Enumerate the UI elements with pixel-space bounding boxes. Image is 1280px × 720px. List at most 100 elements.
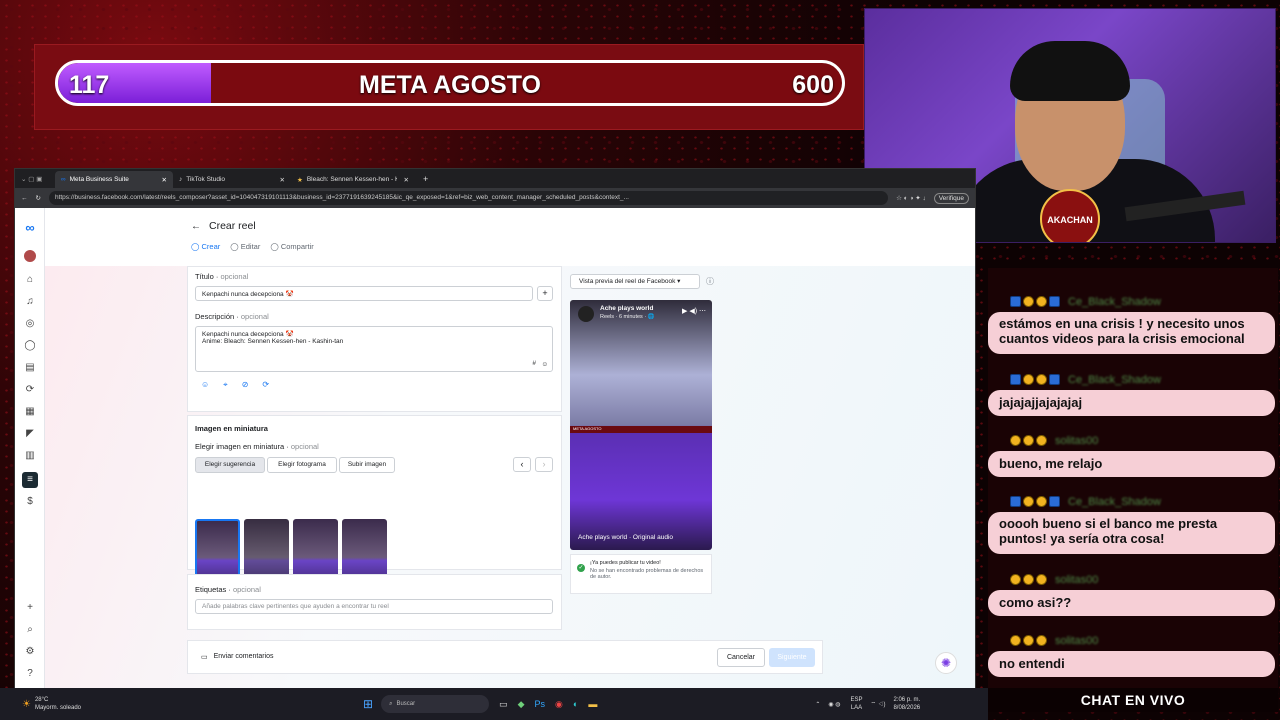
search-icon[interactable]: ⌕: [24, 624, 36, 636]
edge-icon[interactable]: ◐: [573, 699, 578, 710]
language-indicator[interactable]: ESP LAA: [850, 696, 862, 712]
add-icon[interactable]: +: [24, 602, 36, 614]
step-indicator: ◯ Crear ◯ Editar ◯ Compartir: [191, 242, 314, 251]
preview-controls-icon[interactable]: ▶ ◀) ⋯: [682, 307, 706, 315]
weather-temp: 28°C: [34, 697, 49, 703]
chat-message: jajajajjajajajaj: [988, 390, 1275, 416]
description-tools: ☺ ⌖ ⊘ ⟳: [201, 380, 269, 390]
descripcion-label: Descripción · opcional: [195, 312, 269, 321]
address-bar: ← ↻ https://business.facebook.com/latest…: [15, 188, 975, 208]
link-icon[interactable]: ⊘: [242, 380, 249, 390]
network-icon[interactable]: ⌔ ◁): [871, 700, 886, 708]
url-field[interactable]: https://business.facebook.com/latest/ree…: [48, 191, 889, 205]
media-icon[interactable]: ◉: [555, 699, 563, 710]
close-icon[interactable]: ✕: [280, 176, 285, 184]
chat-message: estámos en una crisis ! y necesito unos …: [988, 312, 1275, 354]
chat-username: solitas00: [1010, 633, 1098, 648]
insights-icon[interactable]: ▥: [24, 450, 36, 462]
help-icon[interactable]: ?: [24, 668, 36, 680]
chat-username: Ce_Black_Shadow: [1010, 294, 1161, 309]
grid-icon[interactable]: ▦: [24, 406, 36, 418]
step-compartir[interactable]: ◯ Compartir: [270, 242, 313, 251]
tags-input[interactable]: Añade palabras clave pertinentes que ayu…: [195, 599, 553, 614]
preview-audio: Ache plays world · Original audio: [578, 534, 674, 541]
tray-chevron-icon[interactable]: ⌃: [815, 701, 820, 708]
taskview-icon[interactable]: ▭: [499, 699, 508, 710]
chat-username: Ce_Black_Shadow: [1010, 372, 1161, 387]
location-icon[interactable]: ⌖: [223, 380, 228, 390]
emoji-icon[interactable]: ☺: [541, 361, 548, 368]
hashtag-icon[interactable]: #: [532, 360, 536, 367]
cancel-button[interactable]: Cancelar: [717, 648, 765, 667]
weather-icon[interactable]: ☀: [22, 699, 31, 710]
reel-preview[interactable]: Ache plays world Reels · 6 minutes · 🌐 ▶…: [570, 300, 712, 550]
chat-message: no entendi: [988, 651, 1275, 677]
money-icon[interactable]: $: [24, 496, 36, 508]
planner-icon[interactable]: ⟳: [24, 384, 36, 396]
search-icon: ⌕: [389, 700, 393, 707]
back-icon[interactable]: ←: [21, 195, 28, 202]
weather-widget[interactable]: 28°C Mayorm. soleado: [35, 696, 81, 712]
channel-logo: AKACHAN: [1040, 189, 1100, 242]
tray-icons[interactable]: ◉ ◍: [828, 701, 840, 708]
smile-icon[interactable]: ☺: [201, 380, 209, 390]
close-icon[interactable]: ✕: [404, 176, 409, 184]
chat-username: Ce_Black_Shadow: [1010, 494, 1161, 509]
tab-meta-business[interactable]: ∞ Meta Business Suite ✕: [55, 171, 173, 188]
close-icon[interactable]: ✕: [162, 176, 167, 184]
back-arrow-icon[interactable]: ←: [191, 221, 201, 232]
weather-desc: Mayorm. soleado: [34, 705, 81, 711]
tab-actions-icon[interactable]: ⌄ ▢ ▣: [15, 175, 55, 183]
home-icon[interactable]: ⌂: [24, 274, 36, 286]
photoshop-icon[interactable]: Ps: [535, 699, 546, 710]
tab-bleach[interactable]: ★ Bleach: Sennen Kessen-hen - Kashi ✕: [291, 171, 415, 188]
goal-title: META AGOSTO: [359, 71, 541, 99]
tab-subir-imagen[interactable]: Subir imagen: [339, 457, 395, 473]
bell-icon[interactable]: ♫: [24, 296, 36, 308]
next-button[interactable]: Siguiente: [769, 648, 815, 667]
descripcion-input[interactable]: Kenpachi nunca decepciona 🤡 Anime: Bleac…: [195, 326, 553, 372]
tab-tiktok[interactable]: ♪ TikTok Studio ✕: [173, 171, 291, 188]
step-crear[interactable]: ◯ Crear: [191, 242, 220, 251]
feedback-link[interactable]: ▭ Enviar comentarios: [201, 653, 274, 661]
goal-progress-bar: 117 META AGOSTO 600: [55, 60, 845, 106]
tab-elegir-fotograma[interactable]: Elegir fotograma: [267, 457, 337, 473]
content-icon[interactable]: ▤: [24, 362, 36, 374]
clock[interactable]: 2:06 p. m. 8/08/2026: [893, 696, 920, 712]
menu-icon[interactable]: ≡: [22, 472, 38, 488]
meta-logo-icon[interactable]: ∞: [24, 221, 36, 234]
taskbar-search[interactable]: ⌕ Buscar: [381, 695, 490, 713]
thumb-choose-label: Elegir imagen en miniatura · opcional: [195, 442, 319, 451]
preview-overlay: META AGOSTO: [570, 426, 712, 433]
extensions-icon[interactable]: ☆ ◐ ◑ ✦ ↓: [896, 194, 926, 202]
app-icon[interactable]: ◆: [518, 699, 525, 710]
folder-icon[interactable]: ▬: [588, 699, 597, 710]
new-tab-icon[interactable]: +: [415, 174, 428, 184]
titulo-input[interactable]: Kenpachi nunca decepciona 🤡: [195, 286, 533, 301]
tab-label: TikTok Studio: [186, 176, 226, 183]
settings-icon[interactable]: ⚙: [24, 646, 36, 658]
compass-icon[interactable]: ◎: [24, 318, 36, 330]
live-chat: Ce_Black_Shadow estámos en una crisis ! …: [988, 268, 1278, 688]
refresh-icon[interactable]: ↻: [36, 194, 41, 202]
sync-icon[interactable]: ⟳: [262, 380, 269, 390]
ads-icon[interactable]: ◤: [24, 428, 36, 440]
chevron-left-icon[interactable]: ‹: [513, 457, 531, 472]
titulo-label: Título · opcional: [195, 272, 249, 281]
copyright-card: ✓ ¡Ya puedes publicar tu video! No se ha…: [570, 554, 712, 594]
assistant-icon[interactable]: ✺: [935, 652, 957, 674]
chat-icon[interactable]: ◯: [24, 340, 36, 352]
windows-start-icon[interactable]: ⊞: [363, 697, 373, 711]
publish-note: No se han encontrado problemas de derech…: [590, 568, 704, 580]
avatar[interactable]: [24, 250, 36, 262]
tab-elegir-sugerencia[interactable]: Elegir sugerencia: [195, 457, 265, 473]
info-icon[interactable]: ⓘ: [706, 276, 714, 287]
goal-target: 600: [792, 71, 834, 99]
update-button[interactable]: Verifique: [933, 192, 969, 204]
chat-username: solitas00: [1010, 572, 1098, 587]
add-title-button[interactable]: +: [537, 286, 553, 301]
chevron-right-icon[interactable]: ›: [535, 457, 553, 472]
tab-bar: ⌄ ▢ ▣ ∞ Meta Business Suite ✕ ♪ TikTok S…: [15, 169, 975, 188]
preview-dropdown[interactable]: Vista previa del reel de Facebook ▾: [570, 274, 700, 289]
step-editar[interactable]: ◯ Editar: [230, 242, 260, 251]
